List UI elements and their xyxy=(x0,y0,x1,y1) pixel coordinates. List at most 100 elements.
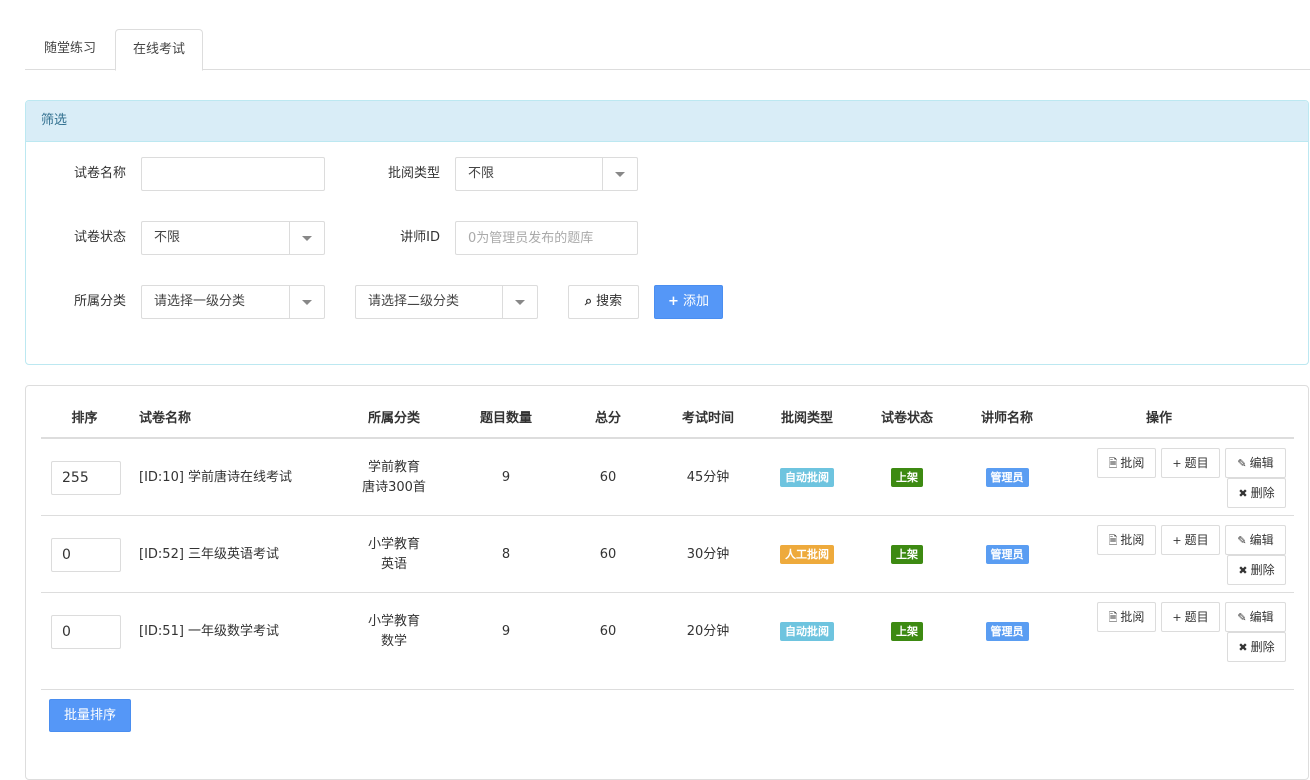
filter-panel-title: 筛选 xyxy=(26,101,1308,142)
review-button[interactable]: 🗎 批阅 xyxy=(1097,602,1156,632)
table-header: 排序 试卷名称 所属分类 题目数量 总分 考试时间 批阅类型 试卷状态 讲师名称… xyxy=(41,386,1294,439)
delete-button-label: 删除 xyxy=(1250,563,1275,577)
header-name: 试卷名称 xyxy=(139,411,192,426)
search-button[interactable]: ⌕ 搜索 xyxy=(568,285,639,319)
tab-classroom-practice[interactable]: 随堂练习 xyxy=(25,29,115,70)
header-teacher: 讲师名称 xyxy=(980,411,1033,426)
tab-online-exam[interactable]: 在线考试 xyxy=(115,29,203,71)
teacher-badge: 管理员 xyxy=(985,468,1029,487)
review-type-badge: 人工批阅 xyxy=(780,545,834,564)
header-time: 考试时间 xyxy=(681,411,734,426)
edit-button-label: 编辑 xyxy=(1249,610,1274,624)
paper-table-panel: 排序 试卷名称 所属分类 题目数量 总分 考试时间 批阅类型 试卷状态 讲师名称… xyxy=(25,385,1309,780)
sort-cell xyxy=(51,439,131,516)
status-badge: 上架 xyxy=(891,468,923,487)
close-icon: ✖ xyxy=(1238,641,1248,654)
paper-status-value: 不限 xyxy=(154,230,181,245)
sort-input[interactable] xyxy=(51,537,121,572)
review-button-label: 批阅 xyxy=(1120,610,1145,624)
document-icon: 🗎 xyxy=(1108,611,1118,624)
category1-select[interactable]: 请选择一级分类 xyxy=(141,285,325,319)
chevron-down-icon xyxy=(289,222,324,254)
chevron-down-icon xyxy=(502,286,537,318)
status-cell: 上架 xyxy=(857,439,957,516)
teacher-cell: 管理员 xyxy=(957,516,1057,593)
total-score: 60 xyxy=(599,546,617,562)
category-level2: 唐诗300首 xyxy=(362,479,426,495)
review-type-badge: 自动批阅 xyxy=(780,468,834,487)
category1-value: 请选择一级分类 xyxy=(154,294,246,309)
paper-name-cell: [ID:51] 一年级数学考试 xyxy=(139,593,349,670)
status-badge: 上架 xyxy=(891,545,923,564)
header-count: 题目数量 xyxy=(479,411,532,426)
edit-icon: ✎ xyxy=(1237,457,1247,470)
teacher-cell: 管理员 xyxy=(957,439,1057,516)
chevron-down-icon xyxy=(289,286,324,318)
edit-button-label: 编辑 xyxy=(1249,456,1274,470)
review-type-select[interactable]: 不限 xyxy=(455,157,638,191)
exam-time: 45分钟 xyxy=(686,469,730,485)
review-type-badge: 自动批阅 xyxy=(780,622,834,641)
close-icon: ✖ xyxy=(1238,487,1248,500)
delete-button-label: 删除 xyxy=(1250,640,1275,654)
table-row: [ID:10] 学前唐诗在线考试 学前教育 唐诗300首 9 60 45分钟 自… xyxy=(41,439,1294,516)
chevron-down-icon xyxy=(602,158,637,190)
sort-input[interactable] xyxy=(51,614,121,649)
add-button[interactable]: + 添加 xyxy=(654,285,723,319)
category-cell: 小学教育 英语 xyxy=(344,516,444,593)
sort-input[interactable] xyxy=(51,460,121,495)
teacher-id-input[interactable] xyxy=(455,221,638,255)
table-divider xyxy=(41,689,1294,690)
questions-button[interactable]: + 题目 xyxy=(1161,525,1220,555)
review-button[interactable]: 🗎 批阅 xyxy=(1097,448,1156,478)
edit-button-label: 编辑 xyxy=(1249,533,1274,547)
category-cell: 学前教育 唐诗300首 xyxy=(344,439,444,516)
delete-button[interactable]: ✖ 删除 xyxy=(1227,478,1286,508)
questions-button[interactable]: + 题目 xyxy=(1161,448,1220,478)
table-row: [ID:52] 三年级英语考试 小学教育 英语 8 60 30分钟 人工批阅 上… xyxy=(41,516,1294,593)
edit-button[interactable]: ✎ 编辑 xyxy=(1225,448,1286,478)
status-cell: 上架 xyxy=(857,516,957,593)
category-level1: 小学教育 xyxy=(367,536,420,552)
question-count: 8 xyxy=(501,546,511,562)
category-label: 所属分类 xyxy=(73,294,126,309)
document-icon: 🗎 xyxy=(1108,457,1118,470)
teacher-id-label: 讲师ID xyxy=(400,230,440,245)
paper-name-cell: [ID:10] 学前唐诗在线考试 xyxy=(139,439,349,516)
header-score: 总分 xyxy=(594,411,621,426)
delete-button[interactable]: ✖ 删除 xyxy=(1227,632,1286,662)
edit-icon: ✎ xyxy=(1237,534,1247,547)
paper-name-cell: [ID:52] 三年级英语考试 xyxy=(139,516,349,593)
header-sort: 排序 xyxy=(71,411,98,426)
plus-icon: + xyxy=(1172,611,1182,624)
document-icon: 🗎 xyxy=(1108,534,1118,547)
edit-button[interactable]: ✎ 编辑 xyxy=(1225,602,1286,632)
table-row: [ID:51] 一年级数学考试 小学教育 数学 9 60 20分钟 自动批阅 上… xyxy=(41,593,1294,670)
review-type-cell: 自动批阅 xyxy=(757,593,857,670)
teacher-badge: 管理员 xyxy=(985,545,1029,564)
paper-name-input[interactable] xyxy=(141,157,325,191)
questions-button[interactable]: + 题目 xyxy=(1161,602,1220,632)
delete-button-label: 删除 xyxy=(1250,486,1275,500)
edit-button[interactable]: ✎ 编辑 xyxy=(1225,525,1286,555)
status-badge: 上架 xyxy=(891,622,923,641)
close-icon: ✖ xyxy=(1238,564,1248,577)
sort-cell xyxy=(51,593,131,670)
paper-status-select[interactable]: 不限 xyxy=(141,221,325,255)
delete-button[interactable]: ✖ 删除 xyxy=(1227,555,1286,585)
questions-button-label: 题目 xyxy=(1184,456,1209,470)
row-actions: 🗎 批阅 + 题目 ✎ 编辑 ✖ 删除 xyxy=(1094,516,1294,593)
row-actions: 🗎 批阅 + 题目 ✎ 编辑 ✖ 删除 xyxy=(1094,593,1294,670)
review-button-label: 批阅 xyxy=(1120,456,1145,470)
category2-select[interactable]: 请选择二级分类 xyxy=(355,285,538,319)
search-icon: ⌕ xyxy=(584,294,593,309)
question-count: 9 xyxy=(501,623,511,639)
paper-name-label: 试卷名称 xyxy=(73,166,126,181)
sort-cell xyxy=(51,516,131,593)
plus-icon: + xyxy=(1172,534,1182,547)
question-count: 9 xyxy=(501,469,511,485)
review-type-value: 不限 xyxy=(468,166,495,181)
review-button[interactable]: 🗎 批阅 xyxy=(1097,525,1156,555)
batch-sort-button[interactable]: 批量排序 xyxy=(49,699,131,732)
filter-panel: 筛选 试卷名称 批阅类型 不限 试卷状态 不限 讲师ID 所属分类 请选择一级分… xyxy=(25,100,1309,365)
